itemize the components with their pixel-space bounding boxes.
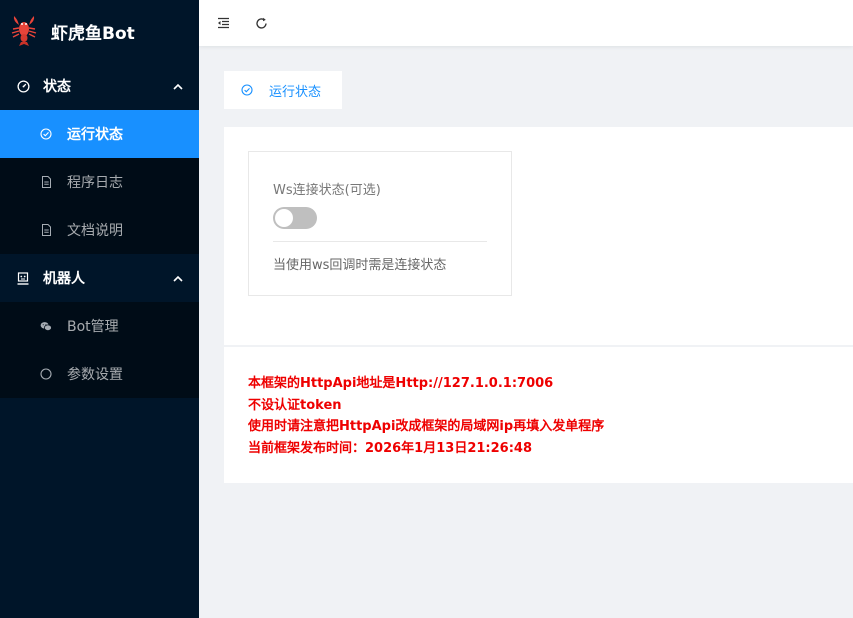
check-circle-icon — [40, 128, 52, 140]
submenu-robot: Bot管理 参数设置 — [0, 302, 199, 398]
sidebar-item-bot-management[interactable]: Bot管理 — [0, 302, 199, 350]
submenu-status: 运行状态 程序日志 文档说明 — [0, 110, 199, 254]
menu-fold-icon[interactable] — [216, 16, 230, 30]
dashboard-icon — [16, 79, 30, 93]
wechat-icon — [40, 320, 52, 332]
file-icon — [40, 176, 52, 188]
ws-status-description: 当使用ws回调时需是连接状态 — [273, 258, 447, 273]
info-line-token: 不设认证token — [248, 397, 342, 413]
ws-connection-switch[interactable] — [273, 207, 317, 229]
info-line-release-time: 当前框架发布时间：2026年1月13日21:26:48 — [248, 440, 532, 456]
sidebar-item-docs[interactable]: 文档说明 — [0, 206, 199, 254]
robot-icon — [16, 271, 30, 285]
lobster-logo-icon — [10, 15, 38, 47]
ws-status-title: Ws连接状态(可选) — [273, 183, 381, 198]
sidebar: 虾虎鱼Bot 状态 运行状态 程序日志 文档说明 机器人 Bot管理 参数设置 — [0, 0, 199, 618]
sidebar-item-label: Bot管理 — [67, 319, 119, 335]
sidebar-item-logs[interactable]: 程序日志 — [0, 158, 199, 206]
chevron-up-icon — [173, 81, 183, 91]
sidebar-item-label: 文档说明 — [67, 223, 123, 239]
sidebar-item-label: 参数设置 — [67, 367, 123, 383]
sidebar-item-label: 运行状态 — [67, 127, 123, 143]
tab-label: 运行状态 — [269, 84, 322, 100]
chevron-up-icon — [173, 273, 183, 283]
divider — [273, 241, 487, 242]
file-icon — [40, 224, 52, 236]
menu-group-label: 状态 — [43, 79, 71, 95]
top-header — [199, 0, 853, 46]
status-content-panel: Ws连接状态(可选) 当使用ws回调时需是连接状态 — [224, 127, 853, 345]
sidebar-item-settings[interactable]: 参数设置 — [0, 350, 199, 398]
menu-group-robot[interactable]: 机器人 — [0, 254, 199, 302]
info-line-usage: 使用时请注意把HttpApi改成框架的局域网ip再填入发单程序 — [248, 419, 605, 434]
reload-icon[interactable] — [254, 16, 268, 30]
logo[interactable]: 虾虎鱼Bot — [0, 0, 199, 62]
circle-icon — [40, 368, 52, 380]
info-line-httpapi: 本框架的HttpApi地址是Http://127.1.0.1:7006 — [248, 376, 554, 391]
menu-group-status[interactable]: 状态 — [0, 62, 199, 110]
sidebar-item-run-status[interactable]: 运行状态 — [0, 110, 199, 158]
sidebar-item-label: 程序日志 — [67, 175, 123, 191]
switch-knob — [275, 209, 293, 227]
tab-run-status[interactable]: 运行状态 — [224, 71, 342, 109]
app-title: 虾虎鱼Bot — [51, 23, 135, 44]
framework-info-panel: 本框架的HttpApi地址是Http://127.1.0.1:7006 不设认证… — [224, 347, 853, 483]
check-circle-icon — [241, 84, 253, 96]
ws-status-card: Ws连接状态(可选) 当使用ws回调时需是连接状态 — [248, 151, 512, 296]
menu-group-label: 机器人 — [43, 271, 85, 287]
